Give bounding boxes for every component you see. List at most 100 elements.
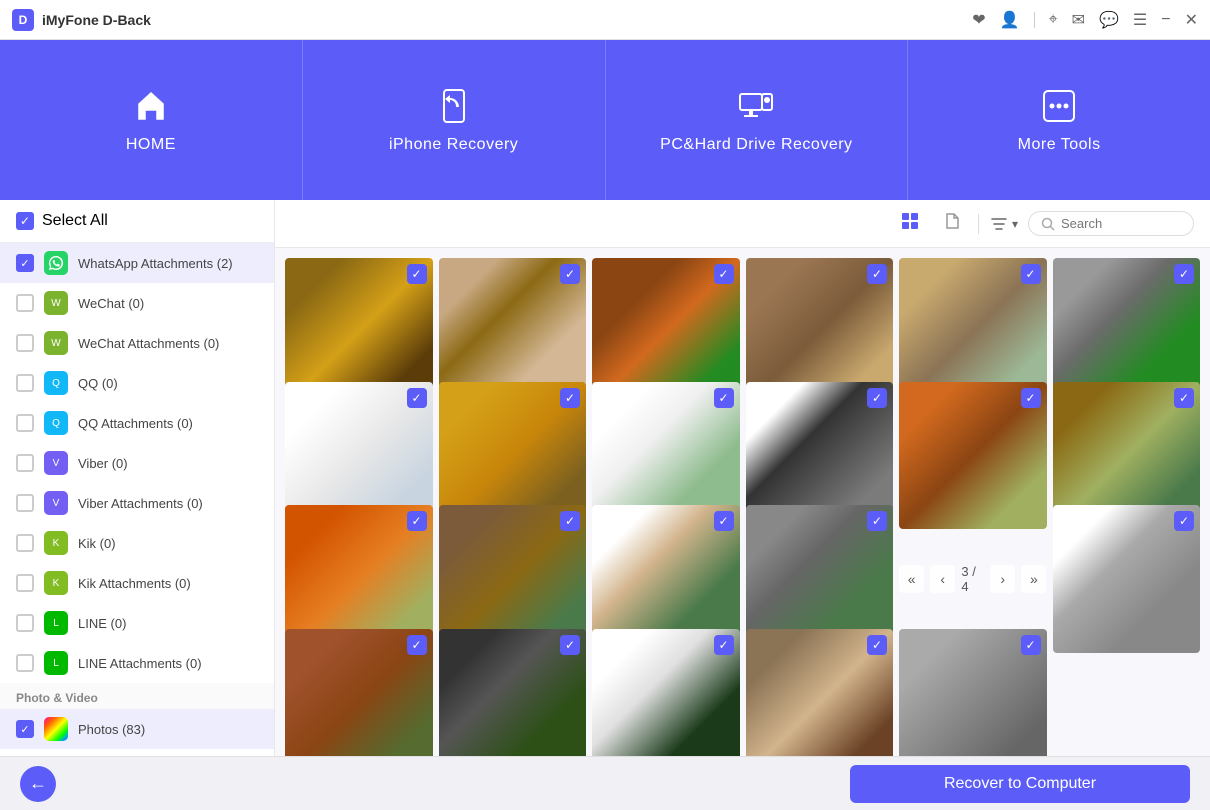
qq-checkbox[interactable] xyxy=(16,374,34,392)
qq-att-checkbox[interactable] xyxy=(16,414,34,432)
image-item[interactable]: ✓ xyxy=(899,629,1047,757)
location-icon[interactable]: ⌖ xyxy=(1049,11,1058,29)
filter-button[interactable]: ▾ xyxy=(989,214,1018,234)
back-button[interactable]: ← xyxy=(20,766,56,802)
nav-pc-label: PC&Hard Drive Recovery xyxy=(660,136,852,154)
image-checkbox[interactable]: ✓ xyxy=(1174,511,1194,531)
next-page-button[interactable]: › xyxy=(990,565,1015,593)
image-checkbox[interactable]: ✓ xyxy=(560,635,580,655)
viber-label: Viber (0) xyxy=(78,456,128,471)
whatsapp-icon xyxy=(44,251,68,275)
wechat-att-checkbox[interactable] xyxy=(16,334,34,352)
wechat-checkbox[interactable] xyxy=(16,294,34,312)
image-checkbox[interactable]: ✓ xyxy=(407,388,427,408)
share-icon[interactable]: ❤ xyxy=(972,10,985,30)
page-current: 3 / 4 xyxy=(961,564,984,594)
image-checkbox[interactable]: ✓ xyxy=(867,264,887,284)
sidebar-item-qq-attachments[interactable]: Q QQ Attachments (0) xyxy=(0,403,274,443)
mail-icon[interactable]: ✉ xyxy=(1072,10,1085,30)
whatsapp-attachments-label: WhatsApp Attachments (2) xyxy=(78,256,233,271)
image-grid: ✓ ✓ ✓ ✓ ✓ ✓ ✓ ✓ ✓ ✓ ✓ ✓ ✓ ✓ ✓ ✓ « ‹ 3 xyxy=(275,248,1210,756)
titlebar-icons: ❤ 👤 ⌖ ✉ 💬 ☰ − ✕ xyxy=(972,10,1198,30)
nav-more-tools[interactable]: More Tools xyxy=(908,40,1210,200)
photos-icon xyxy=(44,717,68,741)
image-checkbox[interactable]: ✓ xyxy=(714,635,734,655)
viber-checkbox[interactable] xyxy=(16,454,34,472)
image-checkbox[interactable]: ✓ xyxy=(1021,635,1041,655)
image-checkbox[interactable]: ✓ xyxy=(714,388,734,408)
image-checkbox[interactable]: ✓ xyxy=(1174,388,1194,408)
image-checkbox[interactable]: ✓ xyxy=(1021,264,1041,284)
close-icon[interactable]: ✕ xyxy=(1185,10,1198,30)
sidebar-item-wechat[interactable]: W WeChat (0) xyxy=(0,283,274,323)
whatsapp-checkbox[interactable]: ✓ xyxy=(16,254,34,272)
grid-view-button[interactable] xyxy=(894,207,926,240)
select-all-checkbox[interactable]: ✓ xyxy=(16,212,34,230)
sidebar-header: ✓ Select All xyxy=(0,200,274,243)
image-checkbox[interactable]: ✓ xyxy=(407,511,427,531)
qq-attachments-label: QQ Attachments (0) xyxy=(78,416,193,431)
nav-more-label: More Tools xyxy=(1018,136,1101,154)
photos-label: Photos (83) xyxy=(78,722,145,737)
content-area: ✓ Select All ✓ WhatsApp Attachments (2) … xyxy=(0,200,1210,756)
kik-att-checkbox[interactable] xyxy=(16,574,34,592)
image-checkbox[interactable]: ✓ xyxy=(560,388,580,408)
image-checkbox[interactable]: ✓ xyxy=(714,264,734,284)
nav-iphone-recovery[interactable]: iPhone Recovery xyxy=(303,40,606,200)
search-icon xyxy=(1041,217,1055,231)
image-checkbox[interactable]: ✓ xyxy=(407,264,427,284)
sidebar-item-whatsapp-attachments[interactable]: ✓ WhatsApp Attachments (2) xyxy=(0,243,274,283)
line-att-checkbox[interactable] xyxy=(16,654,34,672)
qq-label: QQ (0) xyxy=(78,376,118,391)
image-checkbox[interactable]: ✓ xyxy=(867,511,887,531)
bottom-bar: ← Recover to Computer xyxy=(0,756,1210,810)
search-input[interactable] xyxy=(1061,216,1181,231)
sidebar-item-line-attachments[interactable]: L LINE Attachments (0) xyxy=(0,643,274,683)
title-bar: D iMyFone D-Back ❤ 👤 ⌖ ✉ 💬 ☰ − ✕ xyxy=(0,0,1210,40)
kik-checkbox[interactable] xyxy=(16,534,34,552)
sidebar-item-kik-attachments[interactable]: K Kik Attachments (0) xyxy=(0,563,274,603)
sidebar-item-viber-attachments[interactable]: V Viber Attachments (0) xyxy=(0,483,274,523)
recover-button[interactable]: Recover to Computer xyxy=(850,765,1190,803)
minimize-icon[interactable]: − xyxy=(1161,11,1170,29)
toolbar: ▾ xyxy=(275,200,1210,248)
prev-page-button[interactable]: ‹ xyxy=(930,565,955,593)
sidebar-item-qq[interactable]: Q QQ (0) xyxy=(0,363,274,403)
menu-icon[interactable]: ☰ xyxy=(1133,10,1147,30)
image-checkbox[interactable]: ✓ xyxy=(560,511,580,531)
image-checkbox[interactable]: ✓ xyxy=(867,388,887,408)
sidebar-item-line[interactable]: L LINE (0) xyxy=(0,603,274,643)
image-item[interactable]: ✓ xyxy=(285,629,433,757)
sidebar-item-wechat-attachments[interactable]: W WeChat Attachments (0) xyxy=(0,323,274,363)
first-page-button[interactable]: « xyxy=(899,565,924,593)
wechat-attachments-label: WeChat Attachments (0) xyxy=(78,336,219,351)
line-icon: L xyxy=(44,611,68,635)
image-checkbox[interactable]: ✓ xyxy=(1021,388,1041,408)
image-item[interactable]: ✓ xyxy=(592,629,740,757)
image-item[interactable]: ✓ xyxy=(746,629,894,757)
image-checkbox[interactable]: ✓ xyxy=(1174,264,1194,284)
iphone-recovery-icon xyxy=(434,86,474,126)
user-icon[interactable]: 👤 xyxy=(1000,10,1020,30)
image-checkbox[interactable]: ✓ xyxy=(714,511,734,531)
image-checkbox[interactable]: ✓ xyxy=(867,635,887,655)
line-attachments-label: LINE Attachments (0) xyxy=(78,656,202,671)
viber-att-checkbox[interactable] xyxy=(16,494,34,512)
image-checkbox[interactable]: ✓ xyxy=(407,635,427,655)
separator xyxy=(1034,12,1035,28)
last-page-button[interactable]: » xyxy=(1021,565,1046,593)
photos-checkbox[interactable]: ✓ xyxy=(16,720,34,738)
sidebar-item-kik[interactable]: K Kik (0) xyxy=(0,523,274,563)
image-item[interactable]: ✓ xyxy=(1053,505,1201,653)
image-item[interactable]: ✓ xyxy=(439,629,587,757)
file-view-button[interactable] xyxy=(936,207,968,240)
chat-icon[interactable]: 💬 xyxy=(1099,10,1119,30)
image-checkbox[interactable]: ✓ xyxy=(560,264,580,284)
line-checkbox[interactable] xyxy=(16,614,34,632)
nav-pc-recovery[interactable]: PC&Hard Drive Recovery xyxy=(606,40,909,200)
qq-att-icon: Q xyxy=(44,411,68,435)
nav-home[interactable]: HOME xyxy=(0,40,303,200)
app-logo: D xyxy=(12,9,34,31)
sidebar-item-photos[interactable]: ✓ Photos (83) xyxy=(0,709,274,749)
sidebar-item-viber[interactable]: V Viber (0) xyxy=(0,443,274,483)
